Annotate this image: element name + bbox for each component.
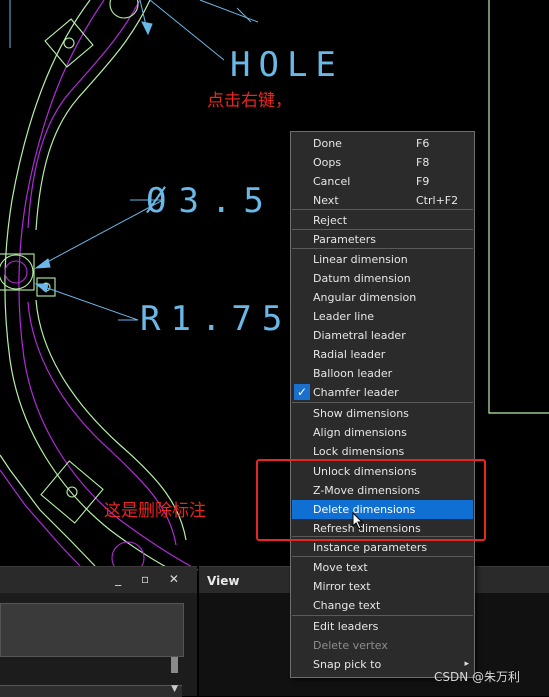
context-menu: Done F6 Oops F8 Cancel F9 Next Ctrl+F2 Reject Par… — [290, 131, 475, 678]
menu-item-delete-vertex[interactable]: Delete vertex — [292, 636, 473, 655]
menu-item-label: Done — [313, 137, 342, 150]
menu-item-label: Leader line — [313, 310, 375, 323]
menu-item-label: Edit leaders — [313, 620, 379, 633]
panel-dropdown[interactable]: ▼ — [0, 684, 182, 697]
panel-scrollbar[interactable] — [171, 657, 178, 673]
panel-titlebar: _ ▫ ✕ — [0, 567, 197, 593]
menu-item-leader-line[interactable]: Leader line — [292, 307, 473, 326]
menu-separator — [292, 402, 473, 403]
menu-item-edit-leaders[interactable]: Edit leaders — [292, 617, 473, 636]
menu-item-datum-dimension[interactable]: Datum dimension — [292, 269, 473, 288]
menu-item-label: Change text — [313, 599, 381, 612]
chevron-down-icon: ▼ — [171, 684, 178, 694]
menu-item-align-dimensions[interactable]: Align dimensions — [292, 423, 473, 442]
menu-item-label: Next — [313, 194, 339, 207]
menu-item-shortcut: F6 — [416, 137, 430, 150]
radius-label: R1.75 — [140, 299, 292, 339]
diameter-label: Ø3.5 — [146, 181, 276, 221]
panel-window-controls[interactable]: _ ▫ ✕ — [115, 572, 187, 586]
menu-item-change-text[interactable]: Change text — [292, 596, 473, 615]
menu-item-radial-leader[interactable]: Radial leader — [292, 345, 473, 364]
menu-item-balloon-leader[interactable]: Balloon leader — [292, 364, 473, 383]
delete-annotation: 这是删除标注 — [104, 501, 206, 521]
menu-item-label: Radial leader — [313, 348, 386, 361]
menu-item-label: Move text — [313, 561, 368, 574]
menu-item-label: Mirror text — [313, 580, 371, 593]
menu-item-label: Angular dimension — [313, 291, 417, 304]
check-icon: ✓ — [294, 384, 310, 400]
menu-item-label: Diametral leader — [313, 329, 406, 342]
watermark: CSDN @朱万利 — [434, 670, 521, 684]
menu-item-reject[interactable]: Reject — [292, 211, 473, 230]
menu-item-label: Show dimensions — [313, 407, 409, 420]
menu-item-shortcut: Ctrl+F2 — [416, 194, 459, 207]
menu-item-label: Reject — [313, 214, 348, 227]
menu-item-label: Parameters — [313, 233, 376, 246]
view-panel-title: View — [207, 574, 240, 588]
menu-item-label: Linear dimension — [313, 253, 408, 266]
menu-item-label: Chamfer leader — [313, 386, 399, 399]
bottom-left-panel: _ ▫ ✕ ▼ — [0, 566, 197, 697]
pads — [0, 0, 145, 575]
right-click-annotation: 点击右键， — [207, 91, 292, 111]
menu-item-diametral-leader[interactable]: Diametral leader — [292, 326, 473, 345]
menu-item-label: Align dimensions — [313, 426, 407, 439]
menu-item-label: Balloon leader — [313, 367, 393, 380]
highlight-box — [256, 459, 486, 541]
menu-item-cancel[interactable]: Cancel F9 — [292, 172, 473, 191]
menu-item-parameters[interactable]: Parameters — [292, 230, 473, 249]
menu-item-mirror-text[interactable]: Mirror text — [292, 577, 473, 596]
menu-item-next[interactable]: Next Ctrl+F2 — [292, 191, 473, 210]
menu-item-label: Oops — [313, 156, 342, 169]
menu-item-shortcut: F9 — [416, 175, 430, 188]
menu-item-shortcut: F8 — [416, 156, 430, 169]
mouse-cursor-icon — [352, 512, 364, 530]
menu-item-label: Cancel — [313, 175, 351, 188]
panel-content-area[interactable] — [0, 603, 184, 657]
menu-item-move-text[interactable]: Move text — [292, 558, 473, 577]
menu-item-oops[interactable]: Oops F8 — [292, 153, 473, 172]
menu-item-label: Snap pick to — [313, 658, 382, 671]
hole-label: HOLE — [230, 45, 344, 85]
menu-item-label: Delete vertex — [313, 639, 388, 652]
menu-item-chamfer-leader[interactable]: ✓ Chamfer leader — [292, 383, 473, 402]
menu-item-show-dimensions[interactable]: Show dimensions — [292, 404, 473, 423]
menu-item-angular-dimension[interactable]: Angular dimension — [292, 288, 473, 307]
menu-separator — [292, 615, 473, 616]
menu-item-label: Datum dimension — [313, 272, 411, 285]
menu-item-linear-dimension[interactable]: Linear dimension — [292, 250, 473, 269]
menu-item-done[interactable]: Done F6 — [292, 134, 473, 153]
